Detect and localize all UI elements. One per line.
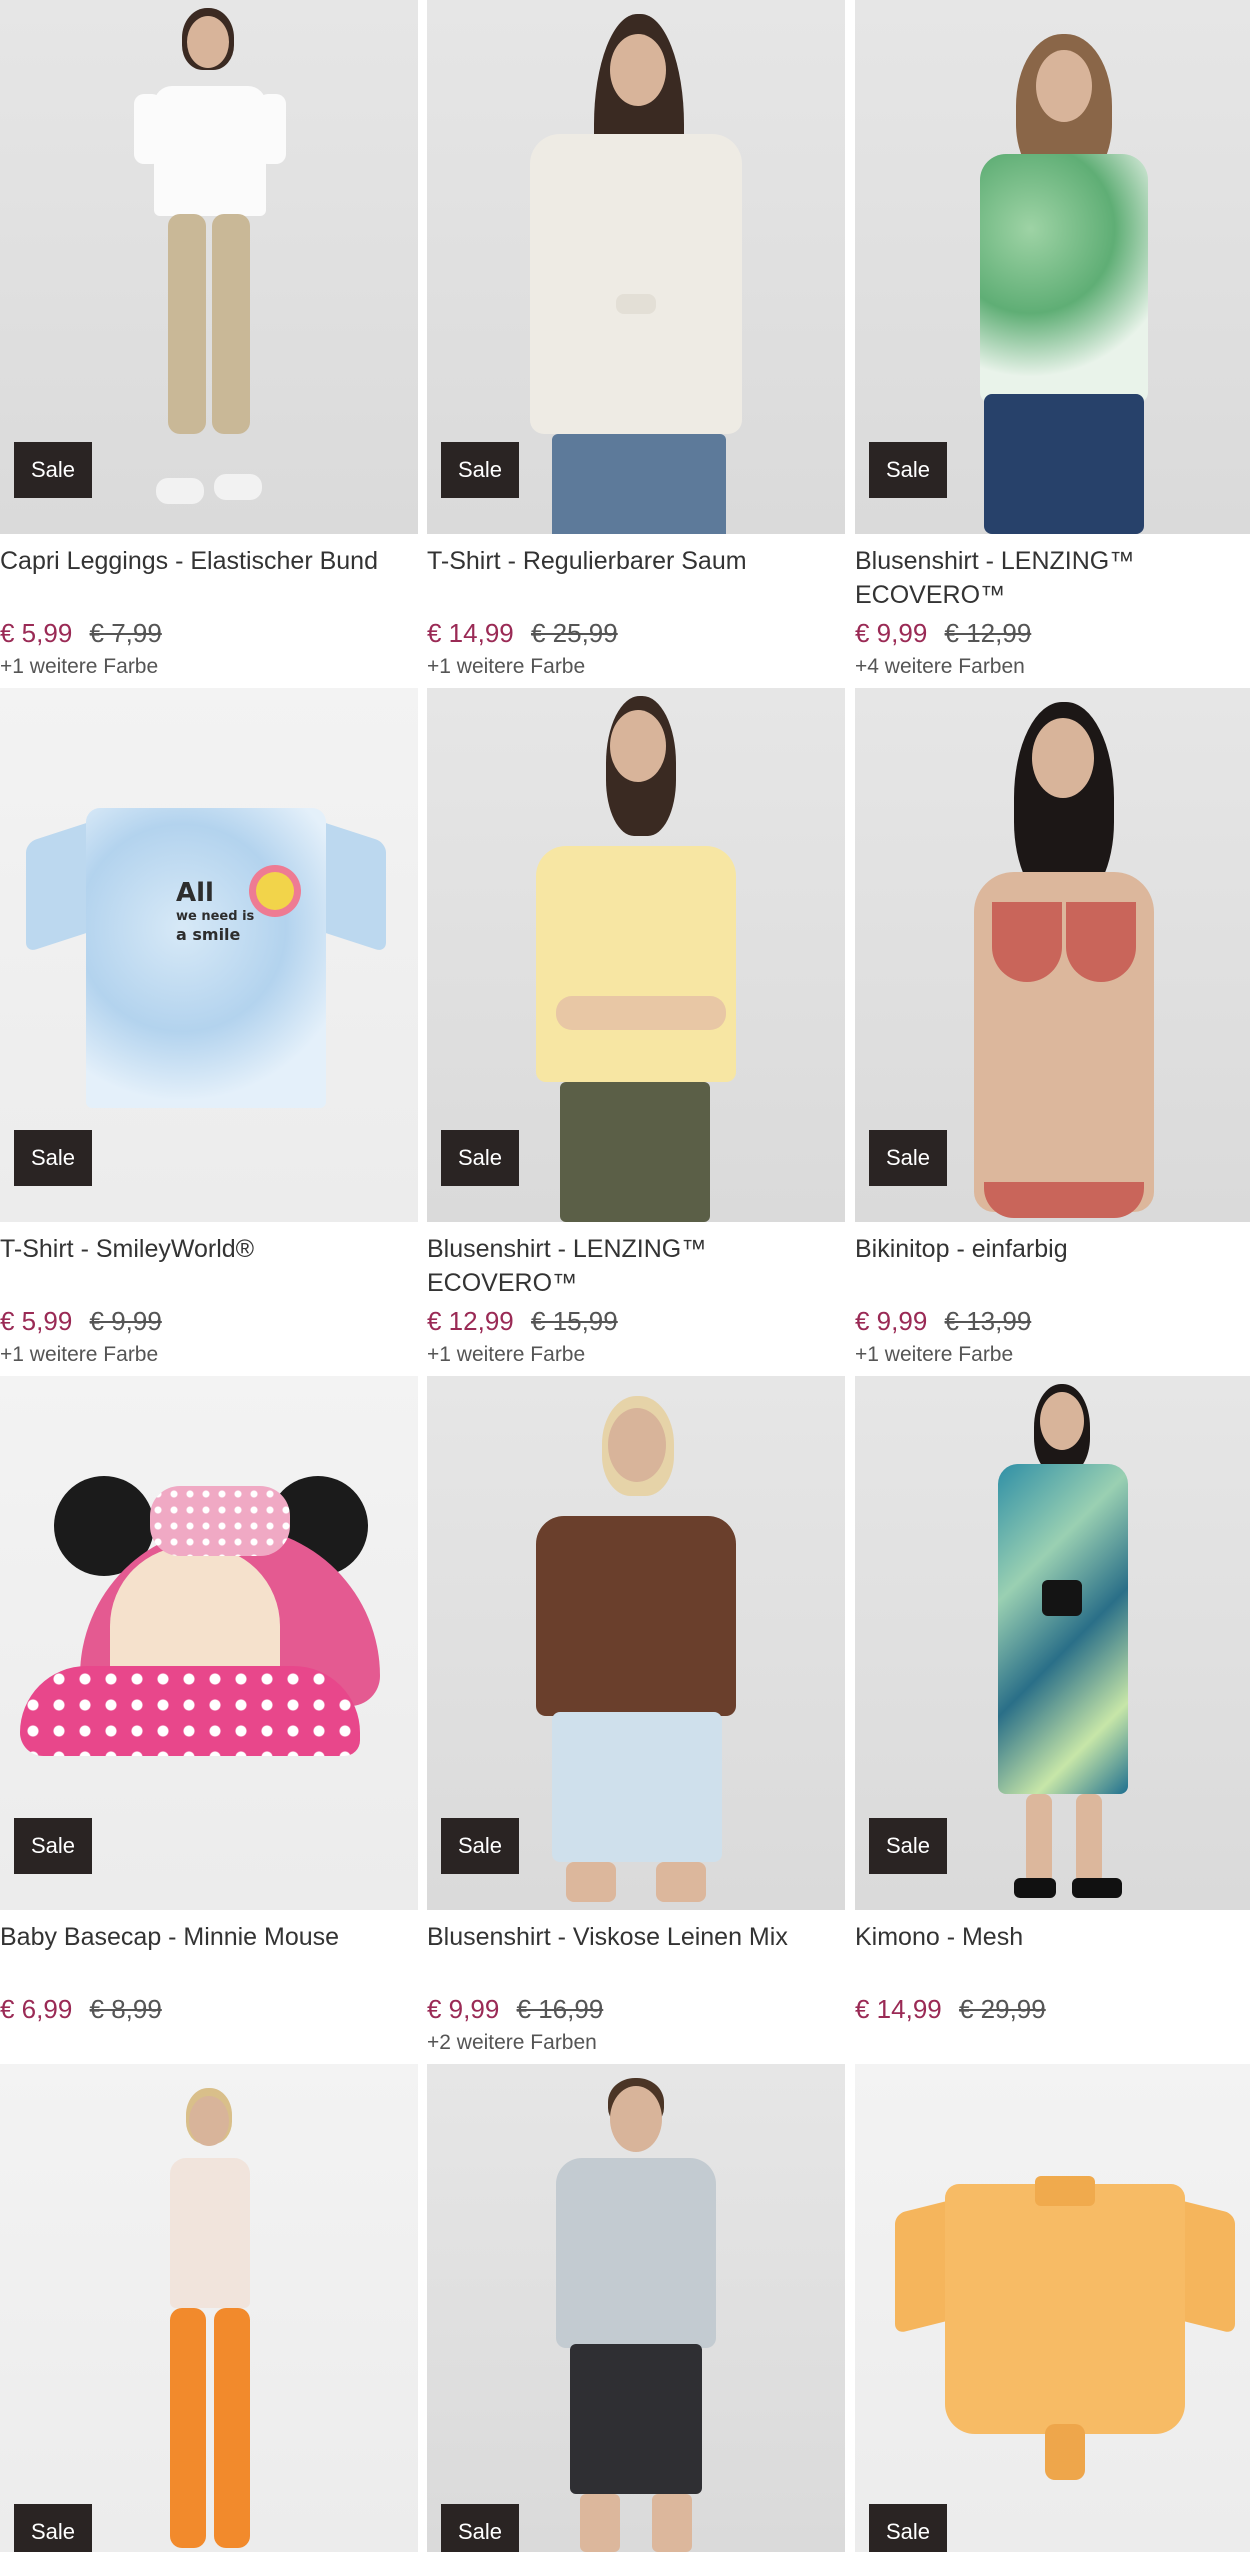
sale-price: € 9,99 xyxy=(855,1306,928,1336)
sale-badge: Sale xyxy=(869,2504,947,2552)
sale-badge: Sale xyxy=(14,2504,92,2552)
more-colors-link[interactable]: +4 weitere Farben xyxy=(855,652,1250,682)
product-image-tshirt-saum[interactable]: Sale xyxy=(427,0,845,534)
product-card[interactable]: Sale xyxy=(427,2064,845,2552)
price-row: € 5,99 € 9,99 xyxy=(0,1304,418,1338)
sale-price: € 14,99 xyxy=(855,1994,942,2024)
product-title[interactable]: Baby Basecap - Minnie Mouse xyxy=(0,1920,418,1988)
sale-price: € 5,99 xyxy=(0,618,73,648)
price-row: € 5,99 € 7,99 xyxy=(0,616,418,650)
sale-badge: Sale xyxy=(869,442,947,498)
original-price: € 8,99 xyxy=(89,1994,162,2024)
price-row: € 14,99 € 25,99 xyxy=(427,616,845,650)
sale-badge: Sale xyxy=(441,1818,519,1874)
more-colors-link[interactable]: +1 weitere Farbe xyxy=(427,1340,845,1370)
product-card[interactable]: Sale Blusenshirt - LENZING™ ECOVERO™ € 9… xyxy=(855,0,1250,682)
shirt-print-line2: we need is xyxy=(176,909,255,925)
product-title[interactable]: Blusenshirt - LENZING™ ECOVERO™ xyxy=(855,544,1250,612)
sale-price: € 14,99 xyxy=(427,618,514,648)
product-title[interactable]: Kimono - Mesh xyxy=(855,1920,1250,1988)
original-price: € 29,99 xyxy=(958,1994,1046,2024)
product-title[interactable]: Blusenshirt - LENZING™ ECOVERO™ xyxy=(427,1232,845,1300)
original-price: € 12,99 xyxy=(944,618,1032,648)
product-card[interactable]: Sale T-Shirt - Regulierbarer Saum € 14,9… xyxy=(427,0,845,682)
original-price: € 7,99 xyxy=(89,618,162,648)
product-card[interactable]: Sale Blusenshirt - LENZING™ ECOVERO™ € 1… xyxy=(427,688,845,1370)
more-colors-link[interactable]: +1 weitere Farbe xyxy=(427,652,845,682)
product-title[interactable]: Blusenshirt - Viskose Leinen Mix xyxy=(427,1920,845,1988)
product-image-bluse-orange[interactable]: Sale xyxy=(855,2064,1250,2552)
more-colors-link[interactable]: +1 weitere Farbe xyxy=(855,1340,1250,1370)
more-colors-link[interactable]: +1 weitere Farbe xyxy=(0,1340,418,1370)
price-row: € 14,99 € 29,99 xyxy=(855,1992,1250,2026)
sale-badge: Sale xyxy=(14,442,92,498)
product-image-bikinitop[interactable]: Sale xyxy=(855,688,1250,1222)
product-image-capri-leggings[interactable]: Sale xyxy=(0,0,418,534)
price-row: € 9,99 € 12,99 xyxy=(855,616,1250,650)
product-image-tshirt-smiley[interactable]: All we need is a smile Sale xyxy=(0,688,418,1222)
product-image-blusenshirt-gruen[interactable]: Sale xyxy=(855,0,1250,534)
sale-price: € 9,99 xyxy=(427,1994,500,2024)
shirt-print-line3: a smile xyxy=(176,924,241,944)
original-price: € 15,99 xyxy=(530,1306,618,1336)
price-row: € 9,99 € 13,99 xyxy=(855,1304,1250,1338)
sale-price: € 5,99 xyxy=(0,1306,73,1336)
product-card[interactable]: All we need is a smile Sale T-Shirt - Sm… xyxy=(0,688,418,1370)
sale-badge: Sale xyxy=(441,442,519,498)
smiley-flower-icon xyxy=(256,872,294,910)
sale-badge: Sale xyxy=(14,1818,92,1874)
product-card[interactable]: Sale xyxy=(0,2064,418,2552)
product-card[interactable]: Sale Capri Leggings - Elastischer Bund €… xyxy=(0,0,418,682)
original-price: € 25,99 xyxy=(530,618,618,648)
product-title[interactable]: Capri Leggings - Elastischer Bund xyxy=(0,544,418,612)
original-price: € 16,99 xyxy=(516,1994,604,2024)
product-card[interactable]: Sale Bikinitop - einfarbig € 9,99 € 13,9… xyxy=(855,688,1250,1370)
product-title[interactable]: Bikinitop - einfarbig xyxy=(855,1232,1250,1300)
sale-price: € 9,99 xyxy=(855,618,928,648)
product-image-herrenhemd[interactable]: Sale xyxy=(427,2064,845,2552)
sale-badge: Sale xyxy=(14,1130,92,1186)
price-row: € 9,99 € 16,99 xyxy=(427,1992,845,2026)
product-grid: Sale Capri Leggings - Elastischer Bund €… xyxy=(0,0,1250,2552)
price-row: € 12,99 € 15,99 xyxy=(427,1304,845,1338)
product-image-tanktop-leggings[interactable]: Sale xyxy=(0,2064,418,2552)
more-colors-link[interactable]: +2 weitere Farben xyxy=(427,2028,845,2058)
product-image-blusenshirt-gelb[interactable]: Sale xyxy=(427,688,845,1222)
sale-price: € 6,99 xyxy=(0,1994,73,2024)
product-title[interactable]: T-Shirt - Regulierbarer Saum xyxy=(427,544,845,612)
more-colors-link[interactable]: +1 weitere Farbe xyxy=(0,652,418,682)
product-card[interactable]: Sale Blusenshirt - Viskose Leinen Mix € … xyxy=(427,1376,845,2058)
product-title[interactable]: T-Shirt - SmileyWorld® xyxy=(0,1232,418,1300)
original-price: € 9,99 xyxy=(89,1306,162,1336)
sale-badge: Sale xyxy=(869,1818,947,1874)
product-image-blusenshirt-viskose[interactable]: Sale xyxy=(427,1376,845,1910)
sale-badge: Sale xyxy=(441,2504,519,2552)
original-price: € 13,99 xyxy=(944,1306,1032,1336)
shirt-print-line1: All xyxy=(176,878,214,908)
sale-badge: Sale xyxy=(869,1130,947,1186)
sale-badge: Sale xyxy=(441,1130,519,1186)
product-image-basecap-minnie[interactable]: Sale xyxy=(0,1376,418,1910)
product-card[interactable]: Sale xyxy=(855,2064,1250,2552)
product-card[interactable]: Sale Kimono - Mesh € 14,99 € 29,99 xyxy=(855,1376,1250,2028)
price-row: € 6,99 € 8,99 xyxy=(0,1992,418,2026)
product-image-kimono-mesh[interactable]: Sale xyxy=(855,1376,1250,1910)
sale-price: € 12,99 xyxy=(427,1306,514,1336)
product-card[interactable]: Sale Baby Basecap - Minnie Mouse € 6,99 … xyxy=(0,1376,418,2028)
